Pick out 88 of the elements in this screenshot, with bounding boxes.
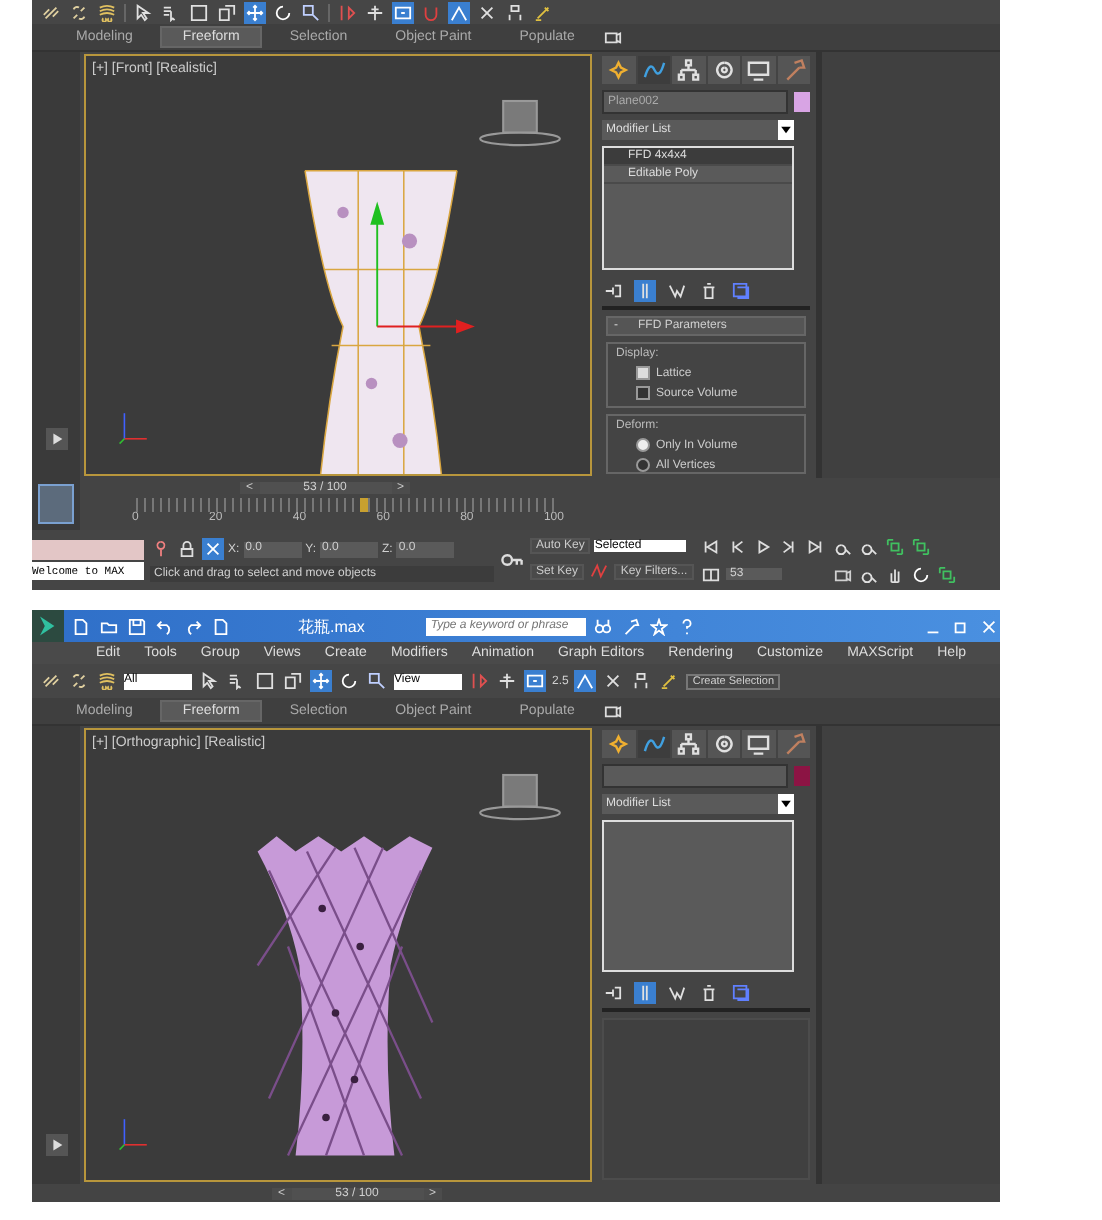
configure-icon[interactable] bbox=[730, 280, 752, 302]
pin-stack-icon[interactable] bbox=[602, 280, 624, 302]
modifier-stack[interactable] bbox=[602, 820, 794, 972]
pin-stack-icon[interactable] bbox=[602, 982, 624, 1004]
rect-select-icon[interactable] bbox=[254, 670, 276, 692]
move-icon[interactable] bbox=[310, 670, 332, 692]
radio-button[interactable] bbox=[636, 438, 650, 452]
undo-icon[interactable] bbox=[154, 615, 176, 637]
object-color-swatch[interactable] bbox=[794, 766, 810, 786]
unlink-icon[interactable] bbox=[68, 1, 90, 23]
bind-icon[interactable] bbox=[96, 670, 118, 692]
rect-select-icon[interactable] bbox=[188, 1, 210, 23]
viewcube-icon[interactable] bbox=[478, 770, 562, 822]
checkbox[interactable] bbox=[636, 366, 650, 380]
move-icon[interactable] bbox=[244, 1, 266, 23]
save-icon[interactable] bbox=[126, 615, 148, 637]
sun-icon[interactable] bbox=[602, 730, 635, 758]
window-crossing-icon[interactable] bbox=[216, 1, 238, 23]
hierarchy-icon[interactable] bbox=[672, 730, 705, 758]
angle-snap-icon[interactable] bbox=[448, 1, 470, 23]
align-icon[interactable] bbox=[496, 670, 518, 692]
new-icon[interactable] bbox=[70, 615, 92, 637]
percent-snap-icon[interactable] bbox=[602, 670, 625, 692]
selection-lock-icon[interactable] bbox=[202, 538, 224, 560]
window-title: 花瓶.max bbox=[298, 615, 365, 637]
display-icon[interactable] bbox=[742, 730, 775, 758]
viewcube-icon[interactable] bbox=[478, 96, 562, 148]
curve-icon[interactable] bbox=[637, 56, 670, 84]
expand-icon[interactable] bbox=[45, 428, 67, 450]
star-icon[interactable] bbox=[648, 615, 671, 637]
unlink-icon[interactable] bbox=[68, 670, 90, 692]
angle-snap-icon[interactable] bbox=[574, 670, 597, 692]
display-icon[interactable] bbox=[742, 56, 775, 84]
make-unique-icon[interactable] bbox=[666, 982, 688, 1004]
hammer-icon[interactable] bbox=[620, 615, 643, 637]
object-color-swatch[interactable] bbox=[794, 92, 810, 112]
track-bar[interactable] bbox=[136, 498, 560, 512]
hierarchy-icon[interactable] bbox=[672, 56, 705, 84]
remove-modifier-icon[interactable] bbox=[698, 982, 720, 1004]
show-result-icon[interactable] bbox=[634, 280, 656, 302]
camera-icon[interactable] bbox=[602, 26, 625, 48]
camera-icon[interactable] bbox=[602, 700, 625, 722]
percent-snap-icon[interactable] bbox=[476, 1, 498, 23]
checkbox[interactable] bbox=[636, 386, 650, 400]
align-icon[interactable] bbox=[364, 1, 386, 23]
show-result-icon[interactable] bbox=[634, 982, 656, 1004]
hammer-icon[interactable] bbox=[777, 730, 810, 758]
bind-icon[interactable] bbox=[96, 1, 118, 23]
remove-modifier-icon[interactable] bbox=[698, 280, 720, 302]
dropdown-arrow-icon bbox=[778, 120, 794, 140]
maximize-icon[interactable] bbox=[884, 535, 907, 557]
object-name-field[interactable] bbox=[602, 764, 788, 788]
viewport-icon[interactable] bbox=[392, 1, 414, 23]
expand-icon[interactable] bbox=[45, 1134, 67, 1156]
go-end-icon[interactable] bbox=[804, 535, 827, 557]
spinner-snap-icon[interactable] bbox=[630, 670, 653, 692]
listener-field[interactable] bbox=[32, 540, 144, 560]
rotate-icon[interactable] bbox=[338, 670, 360, 692]
select-icon[interactable] bbox=[198, 670, 220, 692]
edit-named-icon[interactable] bbox=[658, 670, 681, 692]
close-icon[interactable] bbox=[978, 615, 1000, 637]
window-crossing-icon[interactable] bbox=[282, 670, 304, 692]
rotate-icon[interactable] bbox=[272, 1, 294, 23]
binoculars-icon[interactable] bbox=[592, 615, 615, 637]
lock-icon[interactable] bbox=[176, 538, 198, 560]
sun-icon[interactable] bbox=[602, 56, 635, 84]
dropdown-arrow-icon bbox=[778, 794, 794, 814]
redo-icon[interactable] bbox=[182, 615, 204, 637]
time-config-icon[interactable] bbox=[700, 563, 723, 585]
track-thumb[interactable] bbox=[360, 498, 369, 512]
configure-icon[interactable] bbox=[730, 982, 752, 1004]
radio-button[interactable] bbox=[636, 458, 650, 472]
key-icon[interactable] bbox=[500, 548, 524, 572]
hammer-icon[interactable] bbox=[777, 56, 810, 84]
maximize-icon[interactable] bbox=[910, 535, 933, 557]
make-unique-icon[interactable] bbox=[666, 280, 688, 302]
rotate-icon[interactable] bbox=[910, 563, 933, 585]
maximize-icon[interactable] bbox=[936, 563, 959, 585]
new-icon[interactable] bbox=[210, 615, 232, 637]
curve-icon[interactable] bbox=[637, 730, 670, 758]
spinner-snap-icon[interactable] bbox=[504, 1, 526, 23]
app-logo-icon[interactable] bbox=[32, 610, 64, 642]
viewport-icon[interactable] bbox=[524, 670, 546, 692]
motion-icon[interactable] bbox=[707, 730, 740, 758]
select-icon[interactable] bbox=[132, 1, 154, 23]
go-start-icon[interactable] bbox=[700, 535, 723, 557]
edit-named-icon[interactable] bbox=[532, 1, 554, 23]
motion-icon[interactable] bbox=[707, 56, 740, 84]
